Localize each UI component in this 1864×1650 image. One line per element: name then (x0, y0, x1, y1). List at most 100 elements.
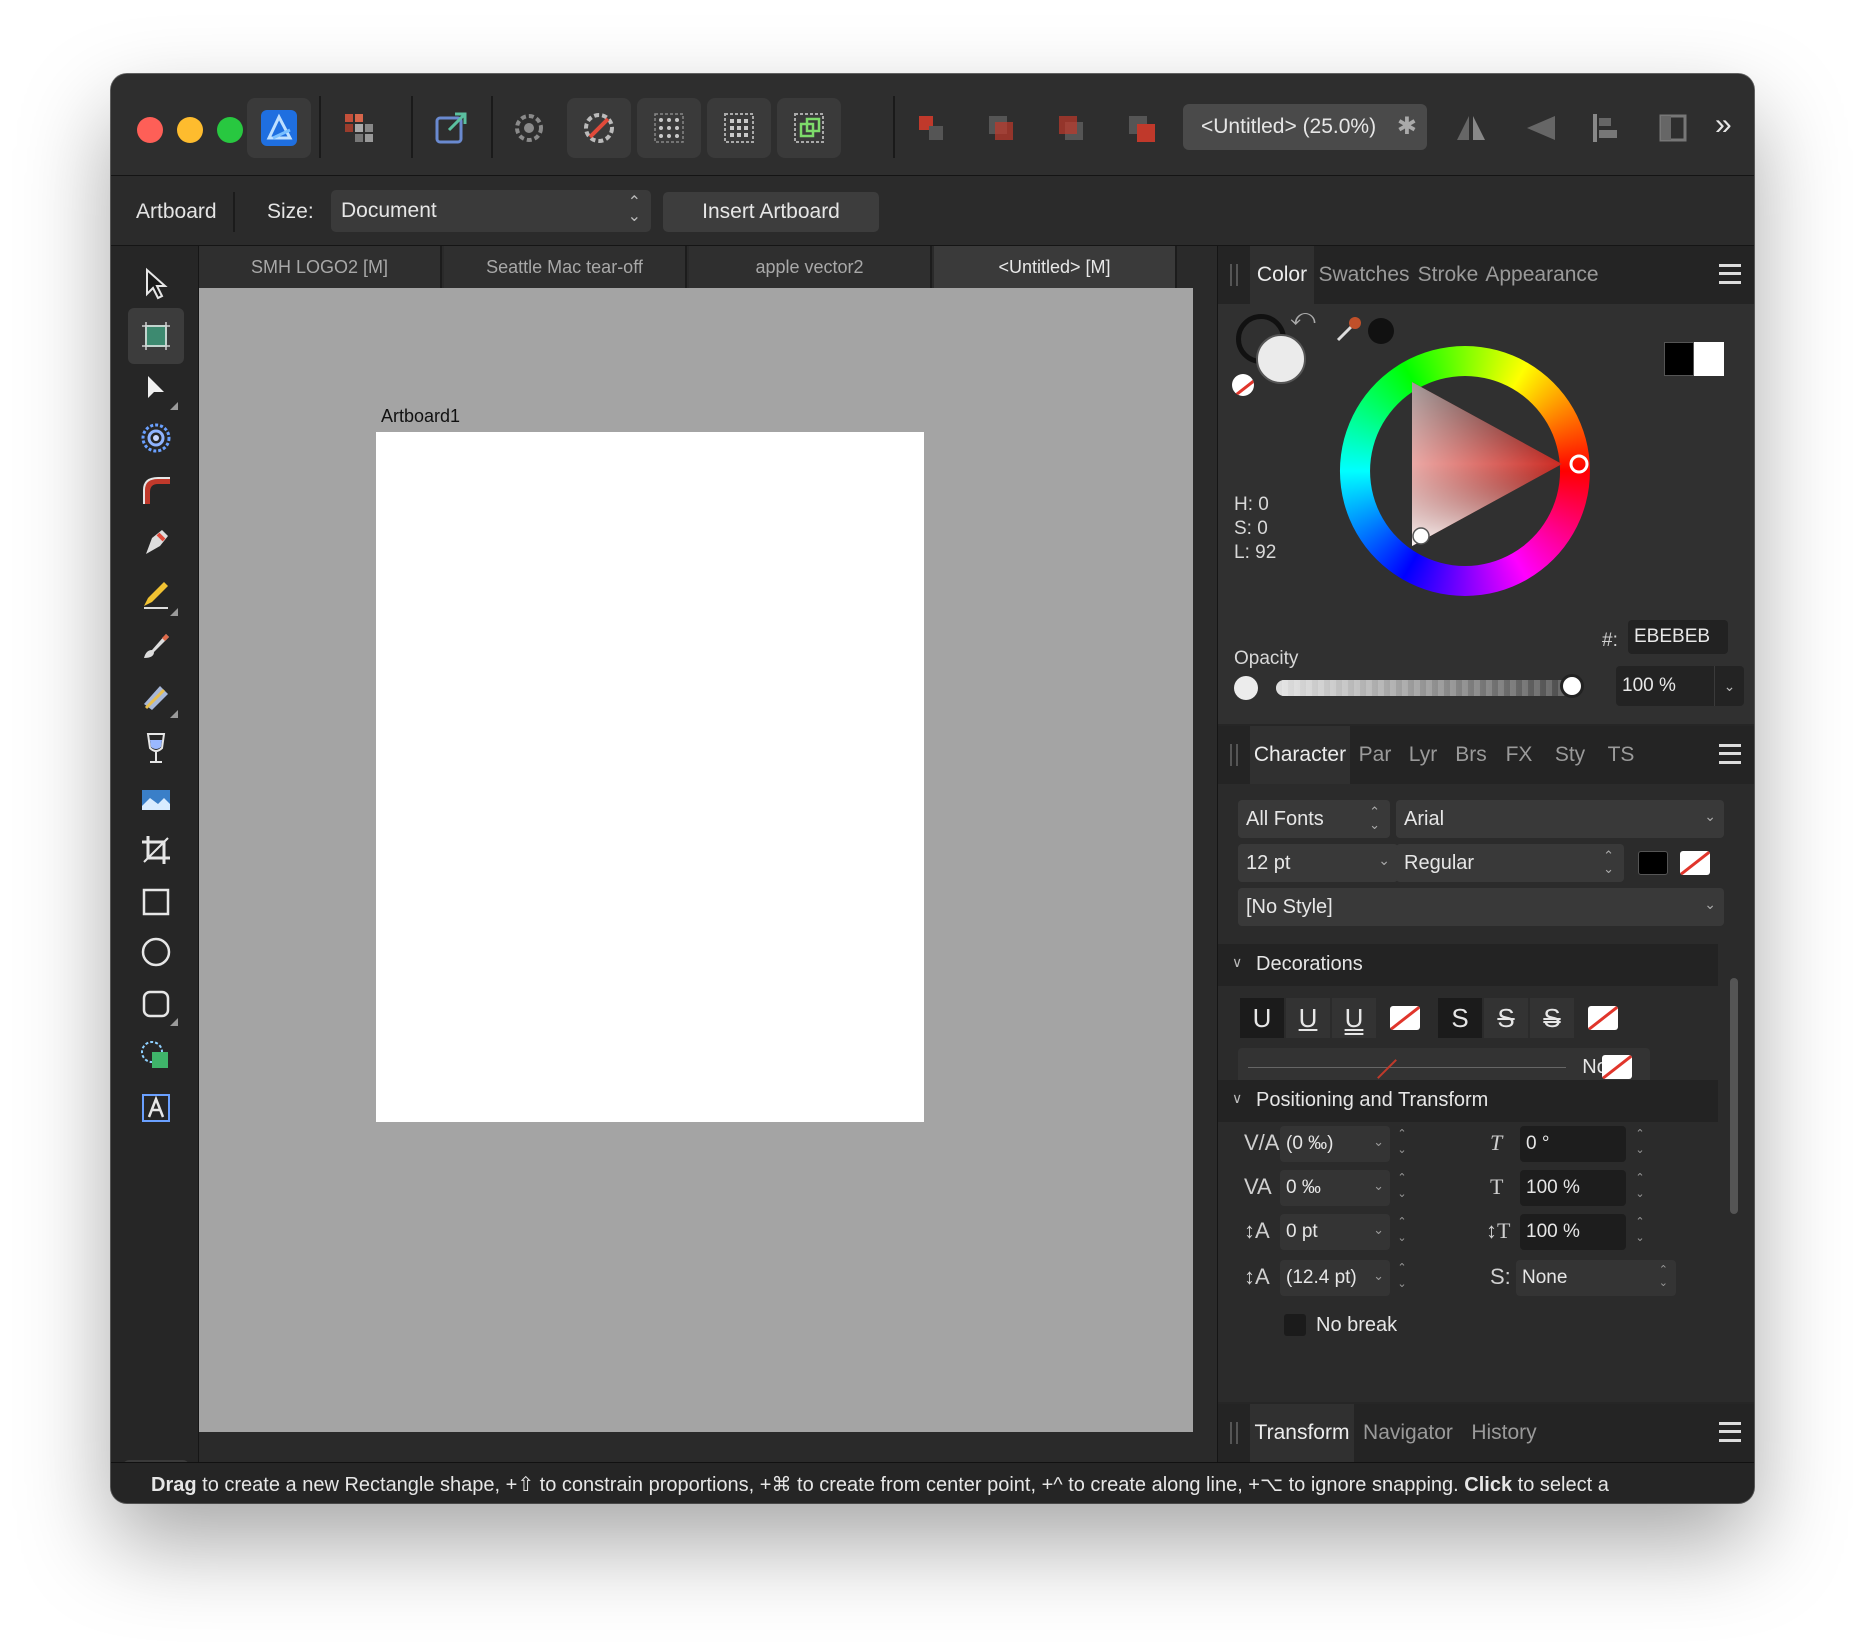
tab-stroke[interactable]: Stroke (1414, 246, 1482, 304)
close-window-button[interactable] (137, 117, 163, 143)
node-tool-icon[interactable] (128, 360, 184, 416)
grid-icon[interactable] (637, 98, 701, 158)
doc-tab[interactable]: SMH LOGO2 [M] (199, 246, 442, 288)
zoom-window-button[interactable] (217, 117, 243, 143)
vector-brush-icon[interactable] (128, 618, 184, 674)
strikethrough-double-button[interactable]: S (1530, 998, 1574, 1038)
artboard[interactable] (376, 432, 924, 1122)
move-tool-icon[interactable] (128, 256, 184, 312)
size-select[interactable]: Document ⌃ ⌄ (331, 190, 651, 232)
font-size-field[interactable]: 12 pt ⌄ (1238, 844, 1398, 882)
underline-double-button[interactable]: U (1332, 998, 1376, 1038)
strikethrough-single-button[interactable]: S (1484, 998, 1528, 1038)
chevron-down-icon[interactable]: ⌄ (1714, 666, 1744, 706)
opacity-slider-knob[interactable] (1560, 674, 1584, 698)
document-title[interactable]: <Untitled> (25.0%) ✱ (1183, 104, 1427, 150)
tab-layers[interactable]: Lyr (1400, 726, 1446, 784)
grid-dense-icon[interactable] (707, 98, 771, 158)
tab-swatches[interactable]: Swatches (1314, 246, 1414, 304)
flip-horizontal-icon[interactable] (1439, 98, 1503, 158)
baseline-field[interactable]: 0 pt ⌄ (1280, 1214, 1390, 1250)
transparency-tool-icon[interactable] (128, 720, 184, 776)
strikethrough-color-none-swatch[interactable] (1588, 1006, 1618, 1030)
tab-color[interactable]: Color (1250, 246, 1314, 304)
panel-grip-icon[interactable] (1230, 1422, 1238, 1444)
pen-tool-icon[interactable] (128, 514, 184, 570)
designer-persona-icon[interactable] (247, 98, 311, 158)
decoration-line-none-swatch[interactable] (1602, 1055, 1632, 1079)
tab-text-styles[interactable]: TS (1598, 726, 1644, 784)
paragraph-style-select[interactable]: [No Style] ⌄ (1238, 888, 1724, 926)
rectangle-tool-icon[interactable] (128, 874, 184, 930)
hex-input[interactable]: EBEBEB (1628, 620, 1728, 654)
doc-tab-active[interactable]: <Untitled> [M] (934, 246, 1177, 288)
doc-tab[interactable]: Seattle Mac tear-off (444, 246, 687, 288)
ellipse-tool-icon[interactable] (128, 924, 184, 980)
opacity-slider[interactable] (1276, 680, 1576, 696)
baseline-stepper[interactable]: ⌃ ⌄ (1394, 1214, 1410, 1250)
kerning-stepper[interactable]: ⌃ ⌄ (1394, 1126, 1410, 1162)
place-image-icon[interactable] (128, 772, 184, 828)
vertical-scrollbar[interactable] (1193, 288, 1217, 1462)
color-picker-icon[interactable] (1334, 314, 1364, 344)
horizontal-scale-field[interactable]: 100 % (1520, 1170, 1626, 1206)
snap-to-object-icon[interactable] (777, 98, 841, 158)
picked-color-swatch[interactable] (1368, 318, 1394, 344)
tab-effects[interactable]: FX (1496, 726, 1542, 784)
leading-stepper[interactable]: ⌃ ⌄ (1394, 1260, 1410, 1296)
none-color-icon[interactable] (1232, 374, 1254, 396)
strikethrough-button[interactable]: S (1438, 998, 1482, 1038)
vertical-scale-field[interactable]: 100 % (1520, 1214, 1626, 1250)
pencil-tool-icon[interactable] (128, 566, 184, 622)
font-collection-select[interactable]: All Fonts ⌃ ⌄ (1238, 800, 1390, 838)
artboard-tool-icon[interactable] (128, 308, 184, 364)
kerning-field[interactable]: (0 ‰) ⌄ (1280, 1126, 1390, 1162)
corner-tool-icon[interactable] (128, 462, 184, 518)
artboard-label[interactable]: Artboard1 (381, 406, 460, 427)
tab-character[interactable]: Character (1250, 726, 1350, 784)
rounded-rect-tool-icon[interactable] (128, 976, 184, 1032)
underline-button[interactable]: U (1240, 998, 1284, 1038)
crop-tool-icon[interactable] (128, 822, 184, 878)
tracking-field[interactable]: 0 ‰ ⌄ (1280, 1170, 1390, 1206)
transform-origin-icon[interactable] (1641, 98, 1705, 158)
font-style-select[interactable]: Regular ⌃ ⌄ (1396, 844, 1624, 882)
arrange-forward-icon[interactable] (1039, 98, 1103, 158)
tab-brushes[interactable]: Brs (1448, 726, 1494, 784)
arrange-back-icon[interactable] (899, 98, 963, 158)
export-persona-icon[interactable] (419, 98, 483, 158)
tab-navigator[interactable]: Navigator (1356, 1404, 1460, 1462)
horizontal-scrollbar[interactable] (199, 1432, 1193, 1462)
positioning-header[interactable]: ∨ Positioning and Transform (1218, 1080, 1718, 1122)
shear-field[interactable]: 0 ° (1520, 1126, 1626, 1162)
tab-styles[interactable]: Sty (1544, 726, 1596, 784)
panel-grip-icon[interactable] (1230, 264, 1238, 286)
tab-transform[interactable]: Transform (1250, 1404, 1354, 1462)
fill-tool-icon[interactable] (128, 668, 184, 724)
toolbar-overflow-button[interactable]: » (1715, 108, 1732, 142)
panel-menu-icon[interactable] (1719, 1422, 1741, 1442)
artistic-text-tool-icon[interactable] (128, 1080, 184, 1136)
snapping-settings-icon[interactable] (497, 98, 561, 158)
vertical-scale-stepper[interactable]: ⌃ ⌄ (1632, 1214, 1648, 1250)
shape-builder-icon[interactable] (128, 1028, 184, 1084)
underline-color-none-swatch[interactable] (1390, 1006, 1420, 1030)
tab-appearance[interactable]: Appearance (1484, 246, 1600, 304)
canvas[interactable]: Artboard1 (199, 288, 1193, 1432)
arrange-front-icon[interactable] (1109, 98, 1173, 158)
snapping-toggle-icon[interactable] (567, 98, 631, 158)
pixel-persona-icon[interactable] (327, 98, 391, 158)
minimize-window-button[interactable] (177, 117, 203, 143)
no-break-checkbox[interactable] (1284, 1314, 1306, 1336)
tab-paragraph[interactable]: Par (1352, 726, 1398, 784)
panel-menu-icon[interactable] (1719, 264, 1741, 284)
typography-select[interactable]: None ⌃ ⌄ (1516, 1260, 1676, 1296)
tab-history[interactable]: History (1462, 1404, 1546, 1462)
contour-tool-icon[interactable] (128, 410, 184, 466)
font-family-select[interactable]: Arial ⌄ (1396, 800, 1724, 838)
opacity-input[interactable]: 100 % (1616, 666, 1714, 706)
panel-menu-icon[interactable] (1719, 744, 1741, 764)
panel-scrollbar[interactable] (1730, 978, 1738, 1214)
insert-artboard-button[interactable]: Insert Artboard (663, 192, 879, 232)
swap-colors-icon[interactable]: ⤺ (1290, 304, 1316, 332)
